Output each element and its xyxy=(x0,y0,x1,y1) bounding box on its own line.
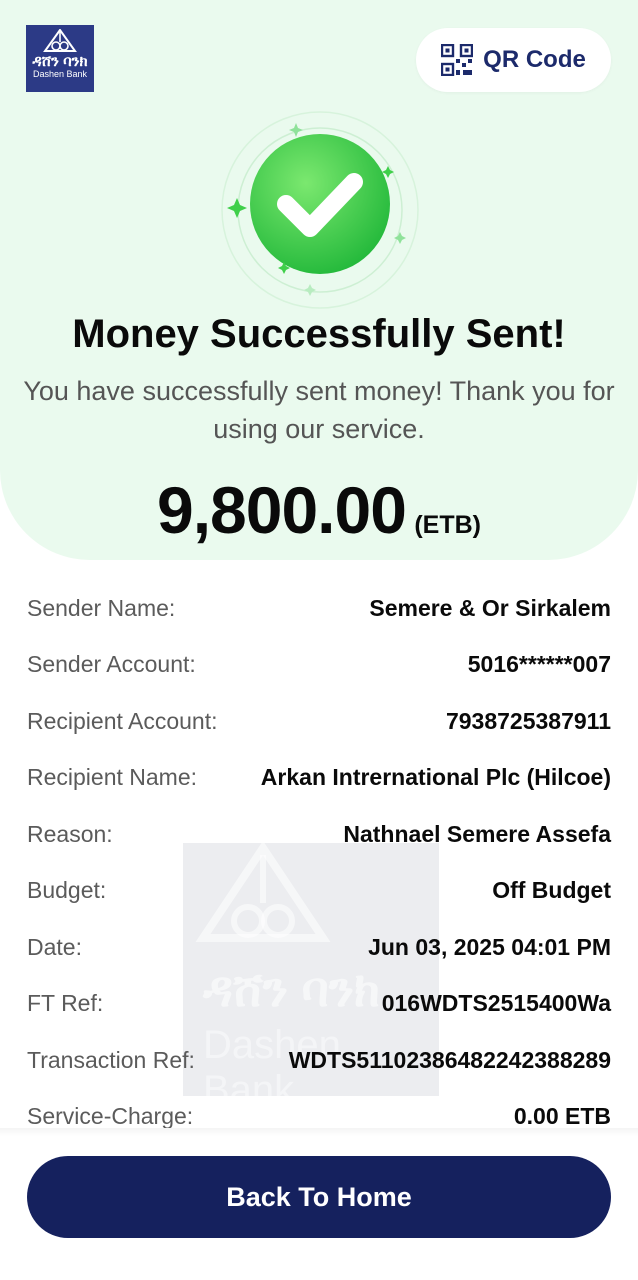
detail-row-budget: Budget: Off Budget xyxy=(27,863,611,920)
detail-row-ft-ref: FT Ref: 016WDTS2515400Wa xyxy=(27,976,611,1033)
detail-row-service-charge: Service-Charge: 0.00 ETB xyxy=(27,1089,611,1146)
detail-row-sender-account: Sender Account: 5016******007 xyxy=(27,637,611,694)
amount-value: 9,800.00 xyxy=(156,473,407,547)
detail-label: Sender Account: xyxy=(27,651,196,678)
detail-value: Nathnael Semere Assefa xyxy=(343,820,611,847)
status-message: You have successfully sent money! Thank … xyxy=(23,376,615,444)
detail-value: WDTS51102386482242388289 xyxy=(288,1046,611,1073)
detail-value: 7938725387911 xyxy=(445,707,611,734)
detail-value: 016WDTS2515400Wa xyxy=(381,990,611,1017)
detail-value: 0.00 ETB xyxy=(513,1103,611,1130)
qr-code-icon xyxy=(441,44,474,76)
status-title: Money Successfully Sent! xyxy=(72,312,566,356)
detail-row-sender-name: Sender Name: Semere & Or Sirkalem xyxy=(27,580,611,637)
logo-text-ethiopic: ዳሸን ባንክ xyxy=(32,53,88,70)
footer-divider xyxy=(0,1128,638,1136)
detail-label: Recipient Account: xyxy=(27,707,218,734)
check-circle-icon xyxy=(221,111,419,309)
triangle-emblem-icon xyxy=(43,29,77,52)
qr-code-button[interactable]: QR Code xyxy=(416,28,611,92)
logo-text-latin: Dashen Bank xyxy=(32,69,88,79)
detail-label: Recipient Name: xyxy=(27,764,198,791)
bank-logo: ዳሸን ባንክ Dashen Bank xyxy=(26,25,94,92)
detail-value: 5016******007 xyxy=(467,651,611,678)
detail-value: Off Budget xyxy=(492,877,611,904)
detail-row-recipient-name: Recipient Name: Arkan Intrernational Plc… xyxy=(27,750,611,807)
detail-label: Budget: xyxy=(27,877,107,904)
transaction-details: Sender Name: Semere & Or Sirkalem Sender… xyxy=(27,580,611,1145)
qr-code-label: QR Code xyxy=(483,46,586,73)
detail-label: Reason: xyxy=(27,820,113,847)
detail-row-reason: Reason: Nathnael Semere Assefa xyxy=(27,806,611,863)
back-to-home-button[interactable]: Back To Home xyxy=(27,1156,611,1238)
detail-value: Jun 03, 2025 04:01 PM xyxy=(368,933,611,960)
detail-label: Sender Name: xyxy=(27,594,176,621)
detail-label: Date: xyxy=(27,933,82,960)
detail-label: Transaction Ref: xyxy=(27,1046,195,1073)
detail-row-recipient-account: Recipient Account: 7938725387911 xyxy=(27,693,611,750)
detail-label: FT Ref: xyxy=(27,990,104,1017)
detail-value: Arkan Intrernational Plc (Hilcoe) xyxy=(260,764,611,791)
detail-label: Service-Charge: xyxy=(27,1103,194,1130)
detail-value: Semere & Or Sirkalem xyxy=(369,594,611,621)
amount-currency: (ETB) xyxy=(414,511,482,539)
detail-row-transaction-ref: Transaction Ref: WDTS5110238648224238828… xyxy=(27,1032,611,1089)
detail-row-date: Date: Jun 03, 2025 04:01 PM xyxy=(27,919,611,976)
amount-display: 9,800.00 (ETB) xyxy=(0,472,638,548)
success-illustration xyxy=(220,110,420,310)
